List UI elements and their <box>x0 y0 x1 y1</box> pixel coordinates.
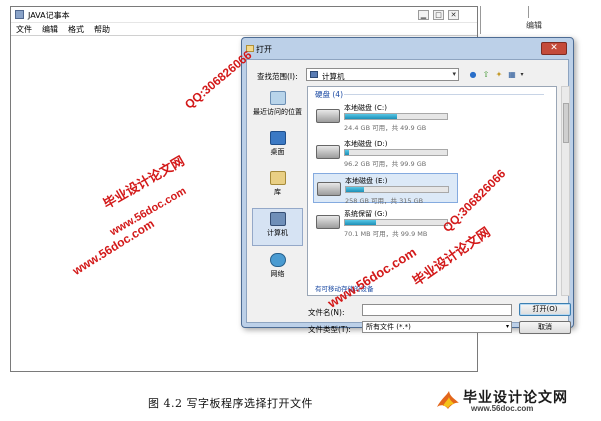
hard-drive-icon <box>316 215 340 229</box>
drive-name: 本地磁盘 (E:) <box>345 177 388 185</box>
filetype-label: 文件类型(T): <box>308 325 351 334</box>
place-label: 库 <box>274 188 281 196</box>
place-recent[interactable]: 最近访问的位置 <box>252 88 303 126</box>
background-window-divider <box>528 6 529 18</box>
network-icon <box>269 253 286 267</box>
vertical-scrollbar[interactable] <box>561 86 570 296</box>
look-in-label: 查找范围(I): <box>257 72 298 81</box>
drive-usage-bar <box>345 186 449 193</box>
hard-drive-icon <box>317 182 341 196</box>
computer-icon <box>269 212 286 226</box>
filename-label: 文件名(N): <box>308 308 345 317</box>
notepad-title: JAVA记事本 <box>28 11 70 20</box>
view-menu-icon[interactable]: ▦ <box>507 70 517 80</box>
place-computer[interactable]: 计算机 <box>252 208 303 246</box>
drive-name: 系统保留 (G:) <box>344 210 388 218</box>
open-file-dialog: 打开 ✕ 查找范围(I): 计算机 ▾ ● ⇧ ✦ ▦ ▾ 最近访问的位置 桌面… <box>241 37 574 334</box>
drive-item-e[interactable]: 本地磁盘 (E:) 258 GB 可用，共 315 GB <box>313 173 458 205</box>
hard-drive-icon <box>316 145 340 159</box>
drive-item-d[interactable]: 本地磁盘 (D:) 96.2 GB 可用，共 99.9 GB <box>313 137 458 168</box>
libraries-icon <box>269 171 286 185</box>
logo-url: www.56doc.com <box>471 404 534 413</box>
place-label: 最近访问的位置 <box>253 108 302 116</box>
dialog-close-button[interactable]: ✕ <box>541 42 567 55</box>
look-in-value: 计算机 <box>322 72 345 81</box>
menu-file[interactable]: 文件 <box>16 24 32 35</box>
chevron-down-icon: ▾ <box>505 323 509 330</box>
drive-usage-fill <box>345 220 376 225</box>
dialog-title: 打开 <box>256 45 272 54</box>
flame-logo-icon <box>437 391 459 409</box>
filetype-value: 所有文件 (*.*) <box>366 323 411 331</box>
desktop-icon <box>269 131 286 145</box>
place-libraries[interactable]: 库 <box>252 168 303 206</box>
place-desktop[interactable]: 桌面 <box>252 128 303 166</box>
drive-usage-fill <box>346 187 365 192</box>
place-label: 计算机 <box>267 229 288 237</box>
notepad-titlebar[interactable]: JAVA记事本 ▁ □ ✕ <box>11 7 477 23</box>
background-window-edge <box>480 6 481 34</box>
site-logo: 毕业设计论文网 www.56doc.com <box>435 387 597 417</box>
windows-drive-icon <box>316 109 340 123</box>
drive-info: 70.1 MB 可用，共 99.9 MB <box>344 230 428 238</box>
drive-name: 本地磁盘 (C:) <box>344 104 387 112</box>
place-label: 桌面 <box>270 148 285 156</box>
menu-format[interactable]: 格式 <box>68 24 84 35</box>
drive-usage-bar <box>344 149 448 156</box>
drive-info: 24.4 GB 可用，共 49.9 GB <box>344 124 427 132</box>
figure-caption: 图 4.2 写字板程序选择打开文件 <box>148 397 313 410</box>
background-window: 编辑 <box>478 6 601 34</box>
group-divider <box>344 94 544 95</box>
notepad-app-icon <box>15 10 24 19</box>
chevron-down-icon: ▾ <box>452 70 456 78</box>
look-in-combo[interactable]: 计算机 ▾ <box>306 68 459 81</box>
view-menu-chevron-icon[interactable]: ▾ <box>517 70 527 80</box>
filetype-select[interactable]: 所有文件 (*.*) ▾ <box>362 321 512 333</box>
filename-input[interactable] <box>362 304 512 316</box>
drive-usage-bar <box>344 219 448 226</box>
open-button[interactable]: 打开(O) <box>519 303 571 316</box>
scrollbar-thumb[interactable] <box>563 103 569 143</box>
cancel-button[interactable]: 取消 <box>519 321 571 334</box>
maximize-button[interactable]: □ <box>433 10 444 20</box>
places-bar: 最近访问的位置 桌面 库 计算机 网络 <box>252 88 303 295</box>
computer-icon <box>310 71 318 78</box>
drive-name: 本地磁盘 (D:) <box>344 140 388 148</box>
close-button[interactable]: ✕ <box>448 10 459 20</box>
minimize-button[interactable]: ▁ <box>418 10 429 20</box>
background-window-title: 编辑 <box>526 21 542 30</box>
back-icon[interactable]: ● <box>468 70 478 80</box>
place-network[interactable]: 网络 <box>252 250 303 288</box>
place-label: 网络 <box>270 270 285 278</box>
menu-edit[interactable]: 编辑 <box>42 24 58 35</box>
drive-usage-fill <box>345 114 398 119</box>
drive-info: 96.2 GB 可用，共 99.9 GB <box>344 160 427 168</box>
new-folder-icon[interactable]: ✦ <box>494 70 504 80</box>
recent-places-icon <box>269 91 286 105</box>
drive-usage-fill <box>345 150 350 155</box>
drive-info: 258 GB 可用，共 315 GB <box>345 197 424 205</box>
drive-usage-bar <box>344 113 448 120</box>
hard-disks-group-header[interactable]: 硬盘 (4) <box>315 89 343 100</box>
drive-item-g[interactable]: 系统保留 (G:) 70.1 MB 可用，共 99.9 MB <box>313 207 458 238</box>
drive-item-c[interactable]: 本地磁盘 (C:) 24.4 GB 可用，共 49.9 GB <box>313 101 458 132</box>
menu-help[interactable]: 帮助 <box>94 24 110 35</box>
notepad-menubar: 文件 编辑 格式 帮助 <box>11 23 477 36</box>
up-folder-icon[interactable]: ⇧ <box>481 70 491 80</box>
dialog-body: 查找范围(I): 计算机 ▾ ● ⇧ ✦ ▦ ▾ 最近访问的位置 桌面 库 计算… <box>246 59 571 334</box>
